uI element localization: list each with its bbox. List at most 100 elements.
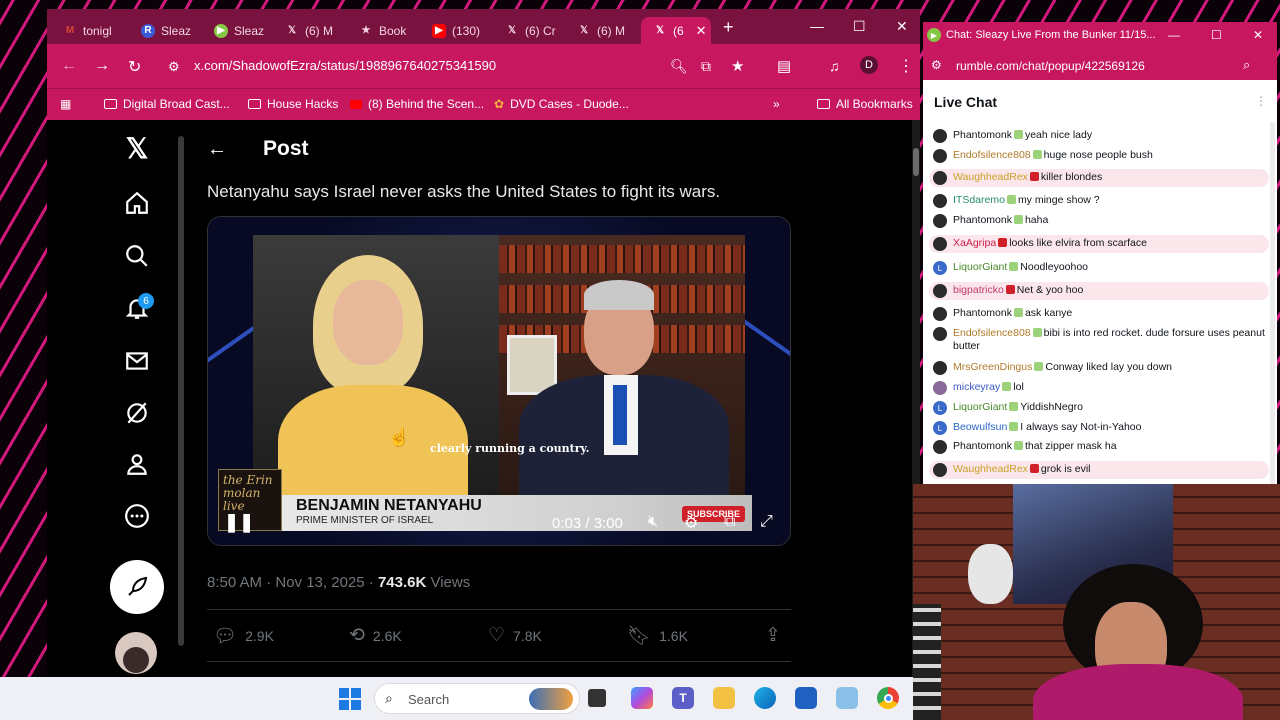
back-arrow-icon[interactable]: ← bbox=[207, 138, 227, 161]
apps-grid-icon[interactable]: ▦ bbox=[60, 97, 71, 111]
home-icon[interactable] bbox=[107, 190, 167, 216]
chat-username[interactable]: WaughheadRex bbox=[953, 463, 1028, 475]
tab-x-2[interactable]: 𝕏 (6) Cr bbox=[493, 17, 563, 44]
reload-button[interactable]: ↻ bbox=[128, 57, 141, 77]
close-tab-icon[interactable]: ✕ bbox=[696, 23, 707, 39]
user-avatar[interactable]: L bbox=[933, 421, 947, 435]
app-icon[interactable] bbox=[836, 687, 858, 709]
user-avatar[interactable] bbox=[933, 129, 947, 143]
bookmark-item[interactable]: ✿ DVD Cases - Duode... bbox=[494, 97, 629, 111]
chrome-icon[interactable] bbox=[877, 687, 899, 709]
notifications-bell-icon[interactable]: 6 bbox=[107, 293, 167, 321]
video-player[interactable]: clearly running a country. the Erin mola… bbox=[207, 216, 791, 546]
chat-username[interactable]: MrsGreenDingus bbox=[953, 361, 1032, 373]
repost-button[interactable]: ⟲ 2.6K bbox=[349, 624, 402, 647]
edge-icon[interactable] bbox=[754, 687, 776, 709]
profile-icon[interactable] bbox=[107, 451, 167, 477]
user-avatar[interactable] bbox=[933, 237, 947, 251]
forward-button[interactable]: → bbox=[94, 57, 110, 75]
more-bookmarks-chevron-icon[interactable]: » bbox=[773, 97, 780, 111]
mute-icon[interactable]: 🔇︎ bbox=[648, 513, 658, 531]
page-scrollbar-thumb[interactable] bbox=[913, 148, 919, 176]
search-icon[interactable] bbox=[107, 243, 167, 269]
bookmark-star-icon[interactable]: ★ bbox=[731, 57, 744, 75]
user-avatar[interactable] bbox=[933, 214, 947, 228]
chat-username[interactable]: Endofsilence808 bbox=[953, 149, 1031, 161]
minimize-button[interactable]: — bbox=[810, 18, 824, 34]
bookmark-item[interactable]: House Hacks bbox=[248, 97, 338, 111]
compose-post-button[interactable] bbox=[110, 560, 164, 614]
tab-rumble-2[interactable]: ▶ Sleaz bbox=[202, 17, 272, 44]
kebab-menu-icon[interactable]: ⋮ bbox=[898, 56, 914, 76]
chat-username[interactable]: Beowulfsun bbox=[953, 421, 1007, 433]
task-view-icon[interactable] bbox=[588, 689, 606, 707]
fullscreen-icon[interactable]: ⤢ bbox=[760, 513, 773, 531]
chat-username[interactable]: WaughheadRex bbox=[953, 171, 1028, 183]
chat-username[interactable]: XaAgripa bbox=[953, 237, 996, 249]
user-avatar[interactable] bbox=[933, 440, 947, 454]
reading-mode-icon[interactable]: ▤ bbox=[777, 57, 791, 75]
user-avatar[interactable] bbox=[933, 171, 947, 185]
back-button[interactable]: ← bbox=[61, 57, 77, 75]
tab-gmail[interactable]: Mtonigl bbox=[51, 17, 121, 44]
chat-username[interactable]: ITSdaremo bbox=[953, 194, 1005, 206]
chat-menu-icon[interactable]: ⋮ bbox=[1255, 94, 1267, 108]
user-avatar[interactable] bbox=[933, 194, 947, 208]
chat-username[interactable]: Phantomonk bbox=[953, 440, 1012, 452]
like-button[interactable]: ♡ 7.8K bbox=[488, 624, 542, 647]
tab-rumble-1[interactable]: R Sleaz bbox=[129, 17, 199, 44]
minimize-button[interactable]: — bbox=[1168, 28, 1180, 42]
zoom-icon[interactable]: 🔍︎ bbox=[670, 58, 688, 75]
chat-username[interactable]: Phantomonk bbox=[953, 214, 1012, 226]
settings-gear-icon[interactable]: ⚙ bbox=[684, 513, 698, 533]
close-window-button[interactable]: ✕ bbox=[896, 18, 908, 35]
chat-username[interactable]: bigpatricko bbox=[953, 284, 1004, 296]
chat-username[interactable]: Phantomonk bbox=[953, 129, 1012, 141]
address-bar[interactable]: x.com/ShadowofEzra/status/19889676402753… bbox=[194, 58, 496, 73]
teams-icon[interactable]: T bbox=[672, 687, 694, 709]
chat-username[interactable]: mickeyray bbox=[953, 381, 1000, 393]
user-avatar[interactable] bbox=[933, 149, 947, 163]
install-app-icon[interactable]: ⧉ bbox=[701, 58, 711, 75]
messages-mail-icon[interactable] bbox=[107, 348, 167, 374]
tab-youtube[interactable]: ▶ (130) bbox=[420, 17, 490, 44]
site-info-icon[interactable]: ⚙ bbox=[168, 59, 180, 75]
site-info-icon[interactable]: ⚙ bbox=[931, 58, 942, 72]
chat-username[interactable]: LiquorGiant bbox=[953, 261, 1007, 273]
file-explorer-icon[interactable] bbox=[713, 687, 735, 709]
user-avatar[interactable] bbox=[933, 284, 947, 298]
chat-username[interactable]: Endofsilence808 bbox=[953, 327, 1031, 339]
chat-username[interactable]: Phantomonk bbox=[953, 307, 1012, 319]
search-icon[interactable]: ⌕ bbox=[1243, 57, 1250, 73]
reply-button[interactable]: 💬︎ 2.9K bbox=[213, 624, 274, 648]
bookmark-item[interactable]: (8) Behind the Scen... bbox=[350, 97, 484, 111]
user-avatar[interactable] bbox=[933, 361, 947, 375]
nav-scrollbar[interactable] bbox=[178, 136, 184, 646]
grok-icon[interactable] bbox=[107, 400, 167, 426]
picture-in-picture-icon[interactable]: ⧉ bbox=[724, 513, 735, 531]
tab-x-active[interactable]: 𝕏 (6 ✕ bbox=[641, 17, 711, 44]
more-icon[interactable] bbox=[107, 503, 167, 529]
copilot-icon[interactable] bbox=[631, 687, 653, 709]
user-avatar[interactable] bbox=[933, 327, 947, 341]
bookmark-button[interactable]: 🔖︎ 1.6K bbox=[627, 624, 688, 648]
close-window-button[interactable]: ✕ bbox=[1253, 28, 1263, 42]
maximize-button[interactable]: ☐ bbox=[1211, 28, 1222, 42]
user-avatar[interactable] bbox=[933, 307, 947, 321]
media-controls-icon[interactable]: ♫ bbox=[829, 58, 840, 74]
store-icon[interactable] bbox=[795, 687, 817, 709]
profile-avatar[interactable]: D bbox=[860, 56, 878, 74]
tab-x-1[interactable]: 𝕏 (6) M bbox=[273, 17, 343, 44]
all-bookmarks-button[interactable]: All Bookmarks bbox=[817, 97, 913, 111]
user-avatar[interactable] bbox=[933, 381, 947, 395]
chat-username[interactable]: LiquorGiant bbox=[953, 401, 1007, 413]
tab-x-3[interactable]: 𝕏 (6) M bbox=[565, 17, 635, 44]
windows-start-icon[interactable] bbox=[339, 688, 361, 710]
user-avatar[interactable]: L bbox=[933, 261, 947, 275]
share-button[interactable]: ⇪ bbox=[765, 624, 781, 647]
x-logo-icon[interactable]: 𝕏 bbox=[107, 132, 167, 165]
tab-bookmarks[interactable]: ★ Book bbox=[347, 17, 417, 44]
bookmark-item[interactable]: Digital Broad Cast... bbox=[104, 97, 230, 111]
taskbar-search[interactable]: ⌕ Search bbox=[374, 683, 580, 714]
chat-scrollbar[interactable] bbox=[1270, 122, 1275, 484]
